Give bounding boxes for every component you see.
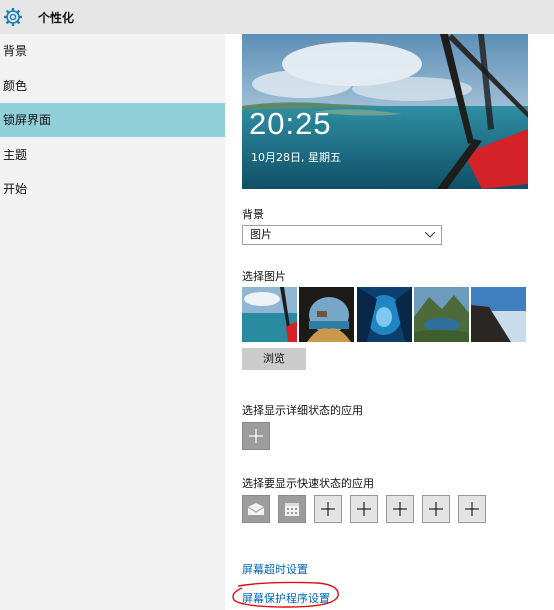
picture-thumbnail[interactable]: [299, 287, 354, 342]
add-detailed-status-app-button[interactable]: [242, 422, 270, 450]
choose-picture-label: 选择图片: [242, 270, 286, 283]
picture-thumbnail[interactable]: [242, 287, 297, 342]
mail-icon: [247, 503, 265, 515]
sidebar-item-themes[interactable]: 主题: [0, 138, 225, 172]
thumb-coast-icon: [242, 287, 297, 342]
lock-screen-preview: 20:25 10月28日, 星期五: [242, 34, 528, 189]
background-dropdown[interactable]: 图片: [242, 225, 442, 245]
background-label: 背景: [242, 208, 264, 221]
plus-icon: [249, 429, 263, 443]
quick-status-calendar-button[interactable]: [278, 495, 306, 523]
gear-icon[interactable]: [3, 7, 23, 27]
calendar-icon: [285, 503, 299, 516]
picture-thumbnail[interactable]: [357, 287, 412, 342]
sidebar-item-start[interactable]: 开始: [0, 172, 225, 206]
plus-icon: [357, 502, 371, 516]
title-bar: 个性化: [0, 0, 554, 34]
sidebar-item-background[interactable]: 背景: [0, 34, 225, 68]
sidebar-item-lock-screen[interactable]: 锁屏界面: [0, 103, 225, 137]
sidebar-item-colors[interactable]: 颜色: [0, 69, 225, 103]
lock-screen-date: 10月28日, 星期五: [251, 151, 341, 164]
plus-icon: [393, 502, 407, 516]
chevron-down-icon: [425, 232, 435, 238]
screen-timeout-settings-link[interactable]: 屏幕超时设置: [242, 561, 308, 577]
picture-thumbnail[interactable]: [471, 287, 526, 342]
browse-button[interactable]: 浏览: [242, 348, 306, 370]
add-quick-status-app-button[interactable]: [350, 495, 378, 523]
thumb-cave-icon: [299, 287, 354, 342]
add-quick-status-app-button[interactable]: [422, 495, 450, 523]
lock-screen-time: 20:25: [249, 106, 332, 141]
quick-status-label: 选择要显示快速状态的应用: [242, 477, 374, 490]
thumb-sea-of-clouds-icon: [471, 287, 526, 342]
picture-thumbnail[interactable]: [414, 287, 469, 342]
thumb-ice-cave-icon: [357, 287, 412, 342]
plus-icon: [465, 502, 479, 516]
add-quick-status-app-button[interactable]: [314, 495, 342, 523]
detailed-status-label: 选择显示详细状态的应用: [242, 404, 363, 417]
add-quick-status-app-button[interactable]: [458, 495, 486, 523]
quick-status-mail-button[interactable]: [242, 495, 270, 523]
background-dropdown-value: 图片: [250, 228, 272, 241]
sidebar: 背景 颜色 锁屏界面 主题 开始: [0, 34, 225, 610]
plus-icon: [321, 502, 335, 516]
annotation-circle: [232, 581, 339, 608]
thumb-mountain-lake-icon: [414, 287, 469, 342]
add-quick-status-app-button[interactable]: [386, 495, 414, 523]
plus-icon: [429, 502, 443, 516]
window-title: 个性化: [38, 11, 75, 25]
